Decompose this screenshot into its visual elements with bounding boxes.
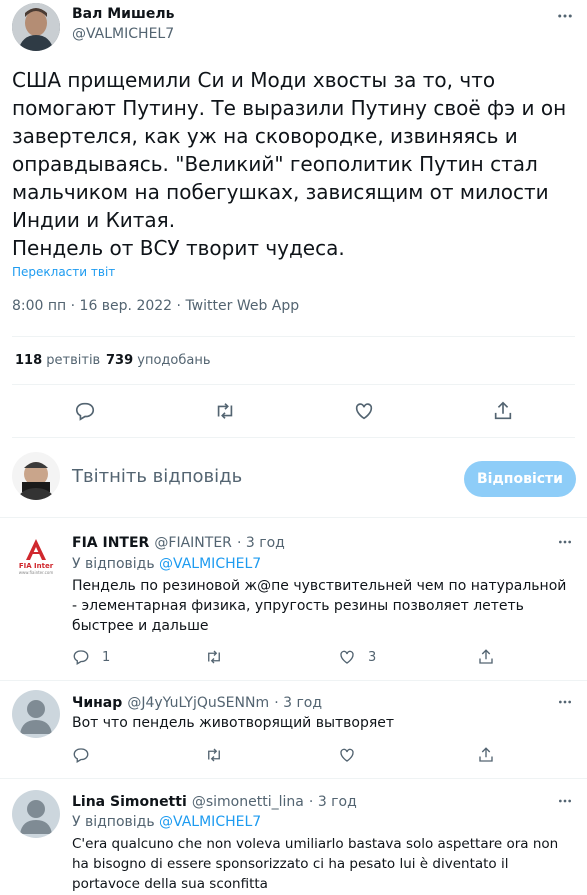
retweets-label: ретвітів (46, 353, 101, 368)
user-avatar[interactable] (12, 452, 60, 500)
reply-action[interactable] (72, 746, 102, 764)
reply-icon (72, 648, 90, 666)
reply-time[interactable]: · 3 год (309, 794, 357, 810)
share-action[interactable] (477, 746, 507, 764)
reply-icon[interactable] (74, 400, 96, 422)
reply-header: Lina Simonetti @simonetti_lina · 3 год (72, 791, 357, 810)
retweet-icon (205, 746, 223, 764)
reply-to-line: У відповідь @VALMICHEL7 (72, 814, 261, 830)
share-icon (477, 746, 495, 764)
like-action[interactable]: 3 (338, 648, 376, 666)
reply-to-prefix: У відповідь (72, 556, 155, 572)
author-avatar[interactable] (12, 3, 60, 51)
reply-author-handle[interactable]: @simonetti_lina (192, 794, 304, 810)
more-icon[interactable] (555, 6, 575, 26)
tweet-timestamp[interactable]: 8:00 пп · 16 вер. 2022 · Twitter Web App (12, 298, 299, 314)
reply-author-name[interactable]: FIA INTER (72, 535, 149, 551)
retweet-action[interactable] (205, 648, 235, 666)
tweet-text: США прищемили Си и Моди хвосты за то, чт… (12, 68, 567, 260)
reply-text: Пендель по резиновой ж@пе чувствительней… (72, 578, 567, 634)
more-icon[interactable] (555, 532, 575, 552)
likes-count: 739 (106, 353, 134, 368)
likes-label: уподобань (137, 353, 211, 368)
reply-author-name[interactable]: Lina Simonetti (72, 794, 187, 810)
default-avatar-icon[interactable] (12, 790, 60, 838)
retweets-count: 118 (15, 353, 43, 368)
reply-text: Вот что пендель животворящий вытворяет (72, 715, 395, 731)
like-icon[interactable] (353, 400, 375, 422)
share-icon (477, 648, 495, 666)
retweets-stat[interactable]: 118 ретвітів (15, 353, 100, 368)
more-icon[interactable] (555, 791, 575, 811)
author-name[interactable]: Вал Мишель (72, 6, 174, 22)
fia-logo-icon (26, 538, 46, 560)
like-icon (338, 746, 356, 764)
reply-button[interactable]: Відповісти (464, 461, 576, 497)
reply-text: C'era qualcuno che non voleva umiliarlo … (72, 836, 559, 892)
reply-header: Чинар @J4yYuLYjQuSENNm · 3 год (72, 692, 322, 711)
reply-composer-input[interactable]: Твітніть відповідь (72, 466, 242, 487)
share-action[interactable] (477, 648, 507, 666)
avatar-brand-subtext: www.fiainter.com (18, 569, 54, 575)
retweet-icon (205, 648, 223, 666)
reply-time[interactable]: · 3 год (237, 535, 285, 551)
reply-to-handle[interactable]: @VALMICHEL7 (159, 814, 261, 830)
reply-header: FIA INTER @FIAINTER · 3 год (72, 532, 285, 551)
retweet-icon[interactable] (214, 400, 236, 422)
like-count: 3 (368, 649, 377, 665)
more-icon[interactable] (555, 692, 575, 712)
reply-author-handle[interactable]: @J4yYuLYjQuSENNm (127, 695, 269, 711)
share-icon[interactable] (492, 400, 514, 422)
avatar-brand-text: FIA Inter (18, 561, 54, 570)
reply-action[interactable]: 1 (72, 648, 110, 666)
default-avatar-icon[interactable] (12, 690, 60, 738)
reply-to-prefix: У відповідь (72, 814, 155, 830)
reply-to-handle[interactable]: @VALMICHEL7 (159, 556, 261, 572)
like-icon (338, 648, 356, 666)
reply-author-handle[interactable]: @FIAINTER (154, 535, 232, 551)
author-handle[interactable]: @VALMICHEL7 (72, 26, 174, 42)
retweet-action[interactable] (205, 746, 235, 764)
translate-link[interactable]: Перекласти твіт (12, 265, 115, 279)
reply-author-name[interactable]: Чинар (72, 695, 122, 711)
reply-icon (72, 746, 90, 764)
likes-stat[interactable]: 739 уподобань (106, 353, 211, 368)
reply-to-line: У відповідь @VALMICHEL7 (72, 556, 261, 572)
reply-avatar[interactable]: FIA Inter www.fiainter.com (12, 532, 60, 580)
reply-time[interactable]: · 3 год (274, 695, 322, 711)
like-action[interactable] (338, 746, 368, 764)
reply-count: 1 (102, 649, 111, 665)
